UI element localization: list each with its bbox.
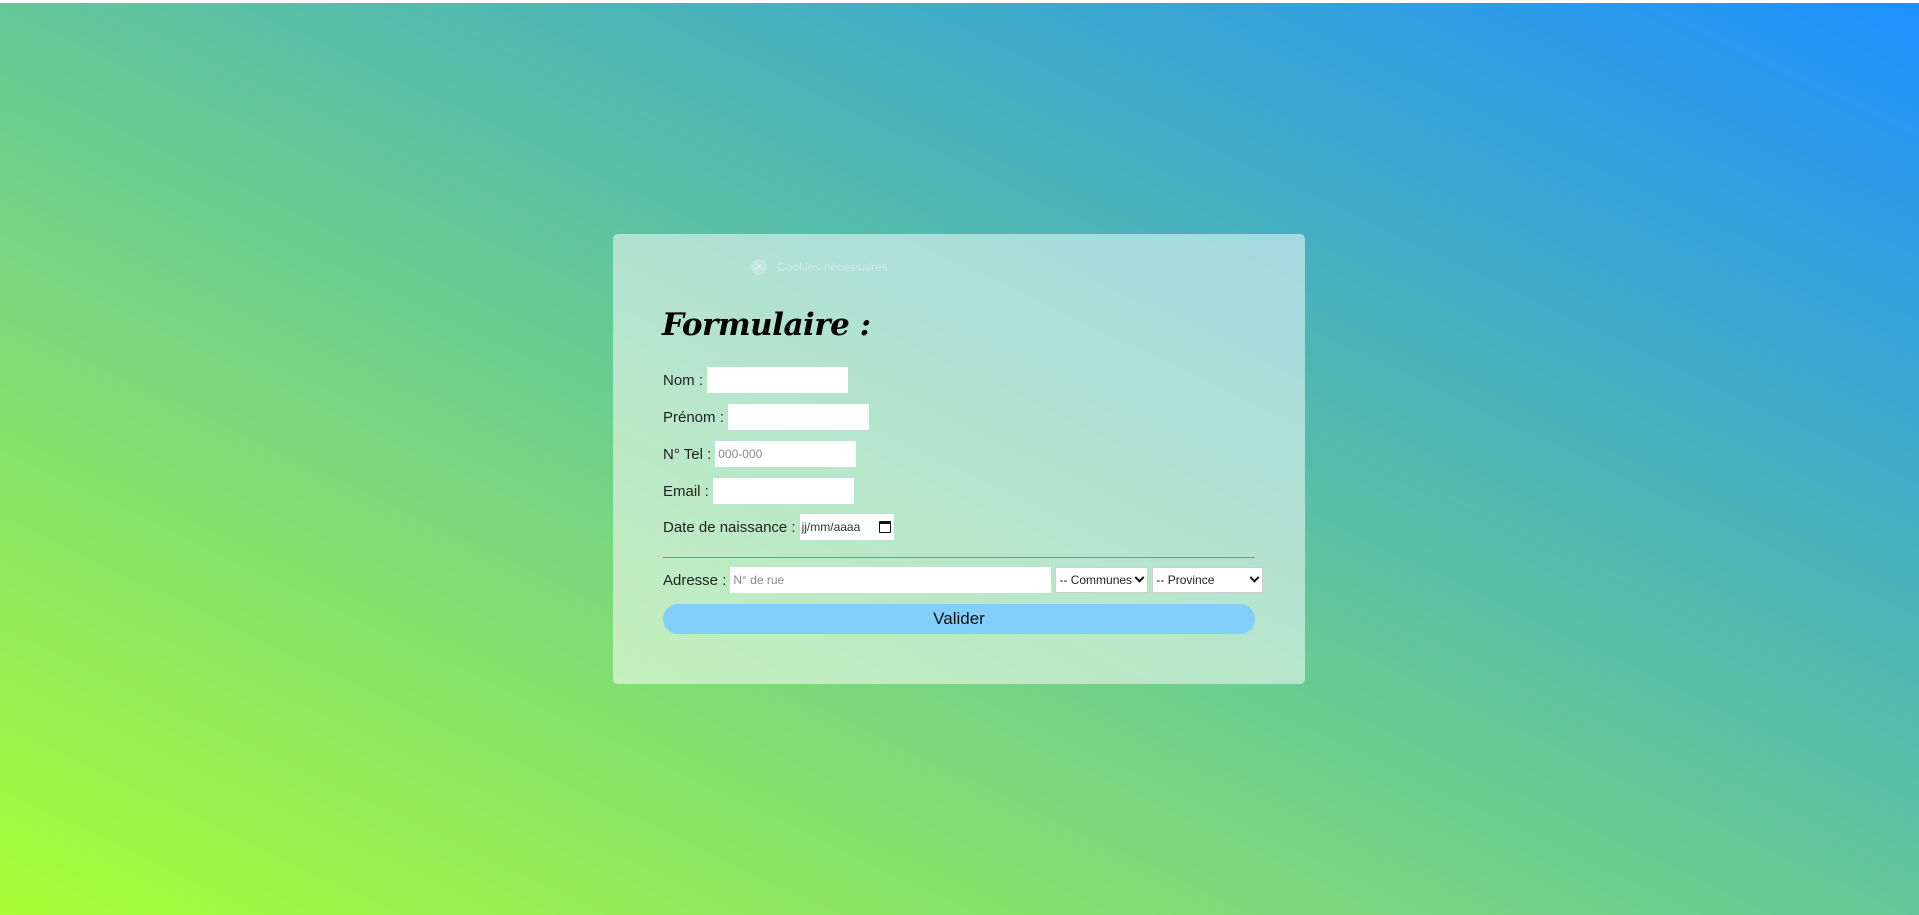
date-format-text: jj/mm/aaaa xyxy=(801,520,861,534)
rue-input[interactable] xyxy=(730,567,1052,593)
divider xyxy=(663,557,1255,558)
nom-row: Nom : xyxy=(663,367,849,393)
prenom-row: Prénom : xyxy=(663,404,869,430)
email-input[interactable] xyxy=(712,478,854,504)
chevron-down-icon xyxy=(1249,572,1260,583)
notification-text: Cookies nécessaires xyxy=(777,260,888,274)
province-select[interactable]: -- Province xyxy=(1152,567,1264,593)
nom-input[interactable] xyxy=(707,367,849,393)
communes-select[interactable]: -- Communes xyxy=(1055,567,1149,593)
province-value: -- Province xyxy=(1156,573,1215,587)
naissance-row: Date de naissance : jj/mm/aaaa xyxy=(663,514,894,540)
nom-label: Nom : xyxy=(663,371,704,389)
adresse-row: Adresse : -- Communes -- Province xyxy=(663,567,1264,593)
prenom-input[interactable] xyxy=(727,404,869,430)
chevron-down-icon xyxy=(1134,572,1145,583)
communes-value: -- Communes xyxy=(1059,573,1133,587)
form-title: Formulaire : xyxy=(662,307,871,343)
tel-label: N° Tel : xyxy=(663,445,712,463)
naissance-label: Date de naissance : xyxy=(663,518,796,536)
tel-row: N° Tel : xyxy=(663,441,857,467)
date-input[interactable]: jj/mm/aaaa xyxy=(799,514,894,540)
email-label: Email : xyxy=(663,482,709,500)
faint-notification: ✕ Cookies nécessaires xyxy=(745,254,912,280)
email-row: Email : xyxy=(663,478,854,504)
close-icon[interactable]: ✕ xyxy=(751,259,767,275)
adresse-label: Adresse : xyxy=(663,571,727,589)
submit-button[interactable]: Valider xyxy=(663,604,1255,634)
calendar-icon[interactable] xyxy=(878,521,891,533)
tel-input[interactable] xyxy=(715,441,857,467)
prenom-label: Prénom : xyxy=(663,408,724,426)
